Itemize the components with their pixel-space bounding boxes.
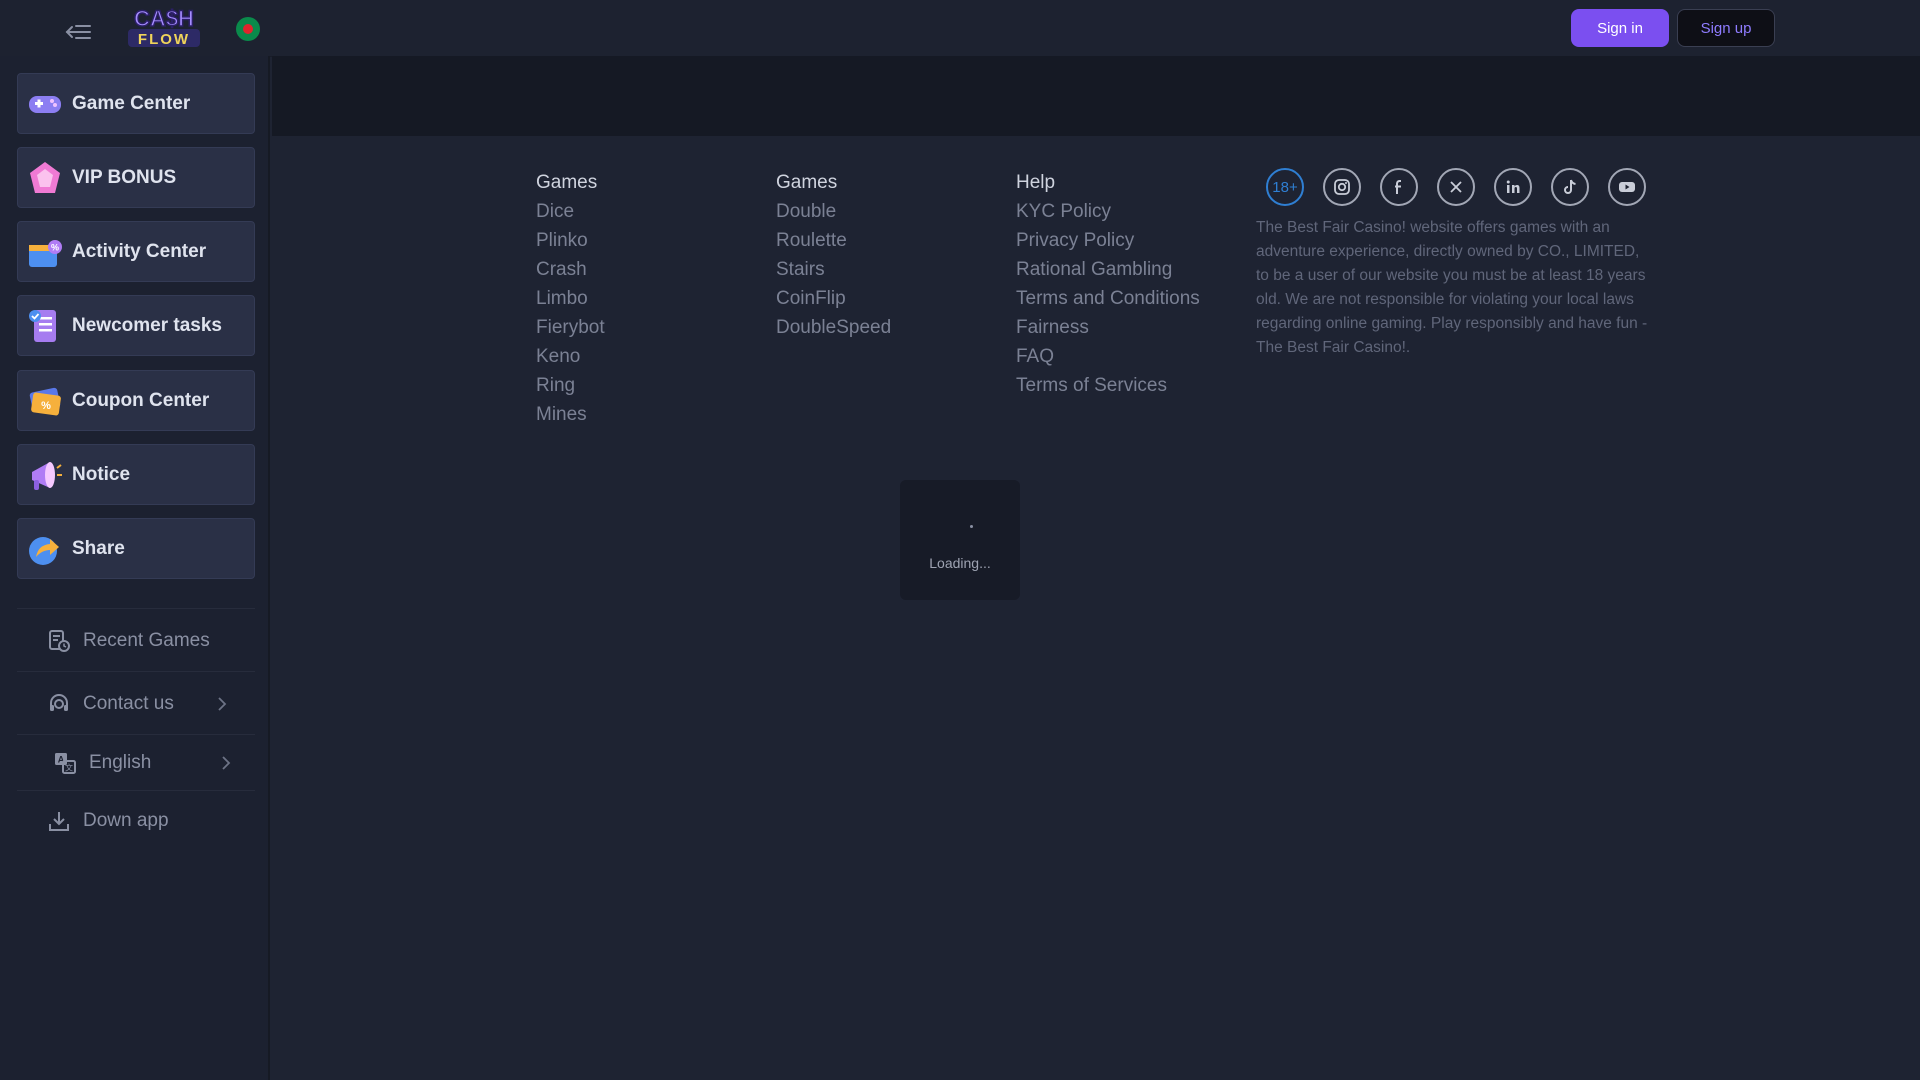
chevron-right-icon bbox=[217, 696, 227, 712]
sidebar-item-label: Coupon Center bbox=[72, 389, 210, 411]
footer-link-terms-and-conditions[interactable]: Terms and Conditions bbox=[1016, 288, 1200, 317]
cashflow-logo[interactable]: CA$H FLOW bbox=[122, 4, 206, 50]
sidebar-item-share[interactable]: Share bbox=[17, 518, 255, 579]
footer-link-ring[interactable]: Ring bbox=[536, 375, 605, 404]
sidebar-item-contact-us[interactable]: Contact us bbox=[17, 677, 255, 731]
task-list-icon bbox=[26, 307, 64, 345]
sidebar-divider bbox=[17, 790, 255, 791]
footer-about-text: The Best Fair Casino! website offers gam… bbox=[1256, 219, 1648, 356]
gift-box-icon: % bbox=[26, 233, 64, 271]
svg-text:FLOW: FLOW bbox=[138, 31, 190, 48]
svg-text:CA$H: CA$H bbox=[134, 6, 194, 31]
sidebar-item-label: Contact us bbox=[83, 693, 174, 714]
footer-link-rational-gambling[interactable]: Rational Gambling bbox=[1016, 259, 1200, 288]
sidebar-item-down-app[interactable]: Down app bbox=[17, 794, 255, 848]
sidebar-item-label: Recent Games bbox=[83, 630, 210, 651]
instagram-icon[interactable] bbox=[1323, 168, 1361, 206]
footer-link-fierybot[interactable]: Fierybot bbox=[536, 317, 605, 346]
banner-area bbox=[272, 56, 1920, 136]
sidebar-item-recent-games[interactable]: Recent Games bbox=[17, 614, 255, 668]
sidebar-item-game-center[interactable]: Game Center bbox=[17, 73, 255, 134]
language-label: English bbox=[89, 752, 152, 773]
svg-text:%: % bbox=[41, 400, 51, 412]
footer-link-terms-of-services[interactable]: Terms of Services bbox=[1016, 375, 1200, 404]
footer-link-dice[interactable]: Dice bbox=[536, 201, 605, 230]
footer-column-title: Help bbox=[1016, 172, 1056, 193]
youtube-icon[interactable] bbox=[1608, 168, 1646, 206]
sidebar-item-activity-center[interactable]: % Activity Center bbox=[17, 221, 255, 282]
svg-text:%: % bbox=[51, 242, 59, 252]
footer-link-privacy-policy[interactable]: Privacy Policy bbox=[1016, 230, 1200, 259]
footer-link-plinko[interactable]: Plinko bbox=[536, 230, 605, 259]
svg-text:文: 文 bbox=[65, 763, 73, 773]
footer-link-doublespeed[interactable]: DoubleSpeed bbox=[776, 317, 891, 346]
footer-column-help: Help KYC Policy Privacy Policy Rational … bbox=[1016, 172, 1200, 404]
footer-link-kyc-policy[interactable]: KYC Policy bbox=[1016, 201, 1200, 230]
tiktok-icon[interactable] bbox=[1551, 168, 1589, 206]
footer-column-games: Games Dice Plinko Crash Limbo Fierybot K… bbox=[536, 172, 605, 433]
sidebar-item-label: Activity Center bbox=[72, 240, 207, 262]
spinner-icon bbox=[970, 525, 973, 528]
download-icon bbox=[47, 809, 71, 833]
linkedin-icon[interactable] bbox=[1494, 168, 1532, 206]
sidebar-item-notice[interactable]: Notice bbox=[17, 444, 255, 505]
translate-icon: A 文 bbox=[53, 751, 77, 775]
sign-up-button[interactable]: Sign up bbox=[1677, 9, 1775, 47]
footer-link-faq[interactable]: FAQ bbox=[1016, 346, 1200, 375]
sidebar-item-language[interactable]: A 文 English bbox=[17, 736, 255, 790]
sidebar-item-label: Newcomer tasks bbox=[72, 314, 222, 336]
sidebar-divider bbox=[17, 608, 255, 609]
sidebar-item-label: Game Center bbox=[72, 92, 191, 114]
footer-column-title: Games bbox=[536, 172, 598, 193]
sidebar-divider bbox=[17, 734, 255, 735]
gamepad-icon bbox=[26, 85, 64, 123]
sidebar-divider bbox=[17, 671, 255, 672]
sidebar-item-label: Notice bbox=[72, 463, 131, 485]
megaphone-icon bbox=[26, 456, 64, 494]
sidebar-item-label: Share bbox=[72, 537, 125, 559]
top-bar: CA$H FLOW Sign in Sign up bbox=[0, 0, 1920, 57]
footer: Games Dice Plinko Crash Limbo Fierybot K… bbox=[272, 136, 1920, 460]
footer-link-keno[interactable]: Keno bbox=[536, 346, 605, 375]
sidebar-item-newcomer-tasks[interactable]: Newcomer tasks bbox=[17, 295, 255, 356]
sidebar-item-vip-bonus[interactable]: VIP BONUS bbox=[17, 147, 255, 208]
footer-link-roulette[interactable]: Roulette bbox=[776, 230, 891, 259]
recent-games-icon bbox=[47, 629, 71, 653]
sidebar-item-label: VIP BONUS bbox=[72, 166, 177, 188]
share-icon bbox=[26, 530, 64, 568]
footer-link-limbo[interactable]: Limbo bbox=[536, 288, 605, 317]
footer-link-double[interactable]: Double bbox=[776, 201, 891, 230]
collapse-menu-icon[interactable] bbox=[64, 20, 94, 44]
headset-icon bbox=[47, 692, 71, 716]
loading-indicator: Loading... bbox=[900, 480, 1020, 600]
footer-link-coinflip[interactable]: CoinFlip bbox=[776, 288, 891, 317]
region-flag-icon[interactable] bbox=[236, 17, 260, 41]
footer-link-crash[interactable]: Crash bbox=[536, 259, 605, 288]
footer-column-title: Games bbox=[776, 172, 838, 193]
diamond-icon bbox=[26, 159, 64, 197]
loading-text: Loading... bbox=[929, 555, 991, 571]
coupon-icon: % bbox=[26, 382, 64, 420]
x-twitter-icon[interactable] bbox=[1437, 168, 1475, 206]
sign-in-button[interactable]: Sign in bbox=[1571, 9, 1669, 47]
footer-link-fairness[interactable]: Fairness bbox=[1016, 317, 1200, 346]
age-restriction-badge: 18+ bbox=[1266, 168, 1304, 206]
sidebar-item-label: Down app bbox=[83, 810, 169, 831]
facebook-icon[interactable] bbox=[1380, 168, 1418, 206]
footer-link-mines[interactable]: Mines bbox=[536, 404, 605, 433]
chevron-right-icon bbox=[221, 755, 231, 771]
footer-link-stairs[interactable]: Stairs bbox=[776, 259, 891, 288]
footer-column-games-2: Games Double Roulette Stairs CoinFlip Do… bbox=[776, 172, 891, 346]
main-content bbox=[272, 460, 1920, 1080]
sidebar-item-coupon-center[interactable]: % Coupon Center bbox=[17, 370, 255, 431]
